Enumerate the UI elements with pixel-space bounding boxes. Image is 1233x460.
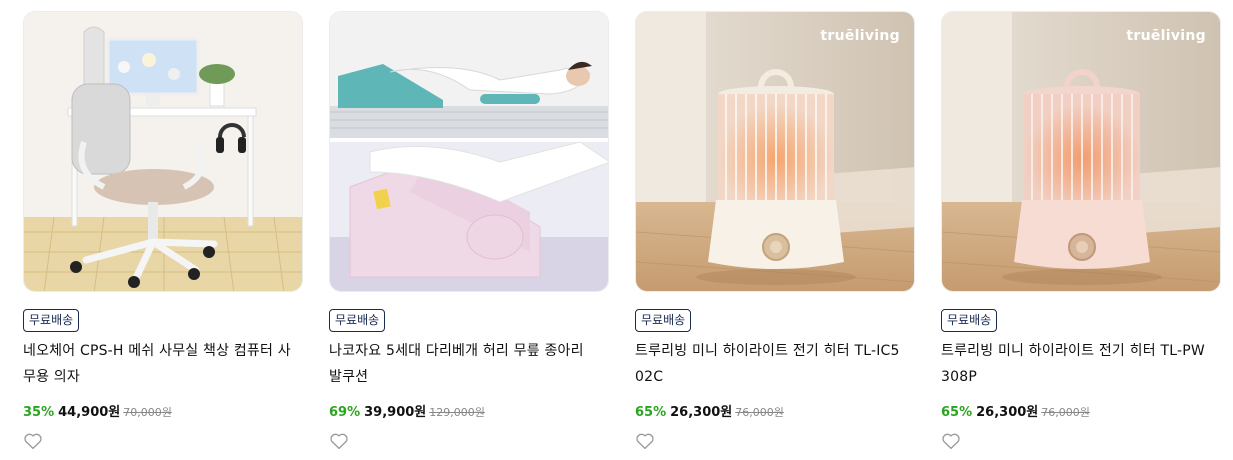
product-image-heater-ivory[interactable]: truēliving xyxy=(635,11,915,292)
product-image-office-chair[interactable] xyxy=(23,11,303,292)
sale-price: 44,900원 xyxy=(58,405,121,420)
free-shipping-badge: 무료배송 xyxy=(635,309,692,332)
original-price: 76,000원 xyxy=(735,406,784,419)
original-price: 70,000원 xyxy=(123,406,172,419)
product-title[interactable]: 트루리빙 미니 하이라이트 전기 히터 TL-IC502C xyxy=(635,338,907,390)
product-card[interactable]: truēliving 무료배송 트루리빙 미니 하이라이트 전기 히터 TL-I… xyxy=(635,11,915,450)
product-title[interactable]: 네오체어 CPS-H 메쉬 사무실 책상 컴퓨터 사무용 의자 xyxy=(23,338,295,390)
heart-outline-icon[interactable] xyxy=(23,432,43,450)
price-row: 65% 26,300원 76,000원 xyxy=(635,401,784,420)
discount-rate: 35% xyxy=(23,405,55,420)
discount-rate: 65% xyxy=(941,405,973,420)
price-row: 65% 26,300원 76,000원 xyxy=(941,401,1090,420)
original-price: 129,000원 xyxy=(429,406,485,419)
price-row: 69% 39,900원 129,000원 xyxy=(329,401,485,420)
discount-rate: 65% xyxy=(635,405,667,420)
heart-outline-icon[interactable] xyxy=(635,432,655,450)
product-card[interactable]: 무료배송 나코자요 5세대 다리베개 허리 무릎 종아리 발쿠션 69% 39,… xyxy=(329,11,609,450)
product-card[interactable]: 무료배송 네오체어 CPS-H 메쉬 사무실 책상 컴퓨터 사무용 의자 35%… xyxy=(23,11,303,450)
heart-outline-icon[interactable] xyxy=(941,432,961,450)
original-price: 76,000원 xyxy=(1041,406,1090,419)
product-card[interactable]: truēliving 무료배송 트루리빙 미니 하이라이트 전기 히터 TL-P… xyxy=(941,11,1221,450)
product-image-heater-pink[interactable]: truēliving xyxy=(941,11,1221,292)
discount-rate: 69% xyxy=(329,405,361,420)
product-image-leg-pillow[interactable] xyxy=(329,11,609,292)
free-shipping-badge: 무료배송 xyxy=(329,309,386,332)
sale-price: 26,300원 xyxy=(976,405,1039,420)
sale-price: 39,900원 xyxy=(364,405,427,420)
free-shipping-badge: 무료배송 xyxy=(941,309,998,332)
product-title[interactable]: 트루리빙 미니 하이라이트 전기 히터 TL-PW308P xyxy=(941,338,1213,390)
brand-logo: truēliving xyxy=(820,28,900,44)
product-title[interactable]: 나코자요 5세대 다리베개 허리 무릎 종아리 발쿠션 xyxy=(329,338,601,390)
heart-outline-icon[interactable] xyxy=(329,432,349,450)
price-row: 35% 44,900원 70,000원 xyxy=(23,401,172,420)
brand-logo: truēliving xyxy=(1126,28,1206,44)
free-shipping-badge: 무료배송 xyxy=(23,309,80,332)
sale-price: 26,300원 xyxy=(670,405,733,420)
product-grid: 무료배송 네오체어 CPS-H 메쉬 사무실 책상 컴퓨터 사무용 의자 35%… xyxy=(0,0,1233,460)
